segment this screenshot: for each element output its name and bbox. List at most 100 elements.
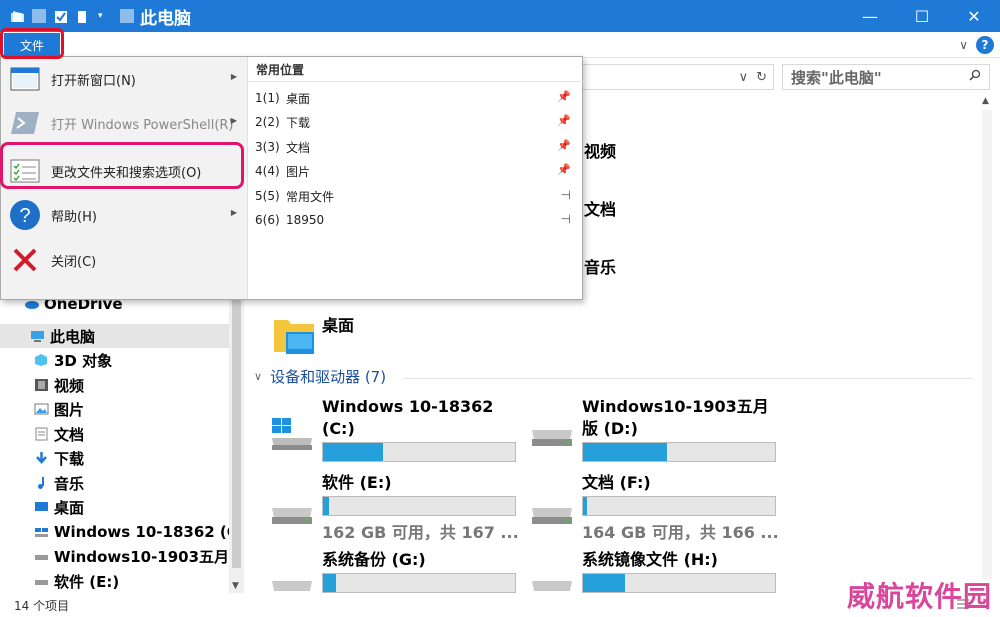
watermark: 威航软件园 <box>846 580 992 613</box>
devices-section-title: 设备和驱动器 (7) <box>270 368 387 386</box>
recent-index: 3(3) <box>255 140 280 154</box>
close-button[interactable]: ✕ <box>948 0 1000 32</box>
address-history-icon[interactable]: ∨ <box>739 70 749 85</box>
pinned-icon[interactable]: 📌 <box>557 114 571 127</box>
new-window-icon <box>9 63 41 95</box>
nav-item-label: 文档 <box>54 425 85 444</box>
recent-divider <box>249 81 583 82</box>
folder-desktop[interactable]: 桌面 <box>272 310 392 358</box>
content-scrollbar[interactable]: ▲ <box>974 96 1000 593</box>
menu-open-new-window[interactable]: 打开新窗口(N) ▶ <box>1 57 247 101</box>
nav-item-label: 此电脑 <box>50 327 96 346</box>
recent-item[interactable]: 6(6) 18950 ⊣ <box>255 208 577 232</box>
drive-usage-bar <box>582 496 776 516</box>
nav-item-documents[interactable]: 文档 <box>0 422 229 446</box>
nav-item-label: 下载 <box>54 449 85 468</box>
this-pc-icon <box>30 329 45 343</box>
drive-letter: (C:) <box>322 419 355 438</box>
nav-item-music[interactable]: 音乐 <box>0 471 229 495</box>
menu-item-label: 帮助(H) <box>51 209 97 225</box>
drive-icon <box>34 574 49 588</box>
pinned-icon[interactable]: 📌 <box>557 163 571 176</box>
item-count: 14 个项目 <box>14 598 70 613</box>
menu-open-powershell[interactable]: 打开 Windows PowerShell(R) ▶ <box>1 101 247 145</box>
folder-options-highlight <box>0 142 244 189</box>
help-icon[interactable]: ? <box>976 36 994 54</box>
recent-item[interactable]: 2(2) 下载 📌 <box>255 110 577 134</box>
submenu-arrow-icon: ▶ <box>230 116 237 125</box>
drive-icon <box>34 549 49 563</box>
nav-item-videos[interactable]: 视频 <box>0 373 229 397</box>
drive-usage-bar <box>322 496 516 516</box>
drive-icon <box>530 426 572 448</box>
folder-music[interactable]: 音乐 <box>584 254 616 278</box>
minimize-button[interactable]: — <box>844 0 896 32</box>
refresh-icon[interactable]: ↻ <box>756 70 767 85</box>
drive-name: Windows 10-18362 <box>322 397 494 416</box>
nav-item-desktop[interactable]: 桌面 <box>0 495 229 519</box>
search-icon <box>969 69 981 85</box>
nav-item-pictures[interactable]: 图片 <box>0 397 229 421</box>
nav-item-downloads[interactable]: 下载 <box>0 446 229 470</box>
svg-text:?: ? <box>19 205 30 227</box>
pictures-icon <box>34 402 49 416</box>
drive-name: Windows10-1903五月 <box>582 397 769 416</box>
properties-icon[interactable] <box>54 9 68 23</box>
recent-item[interactable]: 3(3) 文档 📌 <box>255 135 577 159</box>
ribbon-collapse-icon[interactable]: ∨ <box>959 38 968 52</box>
customize-toolbar-icon[interactable]: ▾ <box>98 9 112 23</box>
maximize-button[interactable]: ☐ <box>896 0 948 32</box>
drive-name: 系统镜像文件 (H:) <box>582 550 718 569</box>
unpinned-icon[interactable]: ⊣ <box>561 212 571 226</box>
recent-index: 4(4) <box>255 164 280 178</box>
new-folder-icon[interactable] <box>76 9 90 23</box>
drive-free-space: 164 GB 可用，共 166 ... <box>582 523 779 542</box>
nav-item-3d-objects[interactable]: 3D 对象 <box>0 348 229 372</box>
nav-item-label: Windows 10-18362 (C <box>54 523 229 541</box>
toolbar-separator <box>32 9 46 23</box>
recent-name: 18950 <box>286 213 325 227</box>
recent-index: 1(1) <box>255 91 280 105</box>
drive-usage-fill <box>323 443 383 461</box>
nav-item-drive-e[interactable]: 软件 (E:) <box>0 569 229 593</box>
nav-item-label: 3D 对象 <box>54 351 113 370</box>
search-input[interactable]: 搜索"此电脑" <box>782 64 990 90</box>
drive-usage-fill <box>323 574 336 592</box>
scroll-down-icon[interactable]: ▼ <box>232 581 239 591</box>
drive-name: 系统备份 (G:) <box>322 550 426 569</box>
menu-close[interactable]: 关闭(C) <box>1 238 247 282</box>
devices-section-header[interactable]: ∨ 设备和驱动器 (7) <box>254 366 386 387</box>
scroll-up-icon[interactable]: ▲ <box>982 96 989 106</box>
unpinned-icon[interactable]: ⊣ <box>561 188 571 202</box>
menu-help[interactable]: ? 帮助(H) ▶ <box>1 193 247 237</box>
content-scroll-track[interactable] <box>982 110 992 580</box>
folder-documents[interactable]: 文档 <box>584 196 616 220</box>
drive-usage-fill <box>583 443 667 461</box>
recent-index: 6(6) <box>255 213 280 227</box>
drive-usage-fill <box>323 497 329 515</box>
recent-item[interactable]: 4(4) 图片 📌 <box>255 159 577 183</box>
desktop-icon <box>34 500 49 514</box>
toolbar-separator <box>120 9 134 23</box>
recent-index: 5(5) <box>255 189 280 203</box>
menu-item-label: 打开 Windows PowerShell(R) <box>51 117 234 133</box>
nav-item-label: 图片 <box>54 400 85 419</box>
pinned-icon[interactable]: 📌 <box>557 139 571 152</box>
recent-name: 下载 <box>286 115 311 130</box>
address-bar[interactable]: ∨ ↻ <box>582 64 774 90</box>
folder-videos[interactable]: 视频 <box>584 138 616 162</box>
music-icon <box>34 476 49 490</box>
drive-usage-bar <box>322 573 516 593</box>
nav-item-drive-d[interactable]: Windows10-1903五月 <box>0 544 229 568</box>
nav-item-this-pc[interactable]: 此电脑 <box>0 324 229 348</box>
recent-item[interactable]: 1(1) 桌面 📌 <box>255 86 577 110</box>
drive-usage-bar <box>582 442 776 462</box>
pinned-icon[interactable]: 📌 <box>557 90 571 103</box>
menu-item-label: 打开新窗口(N) <box>51 73 136 89</box>
recent-name: 文档 <box>286 140 311 155</box>
nav-item-drive-c[interactable]: Windows 10-18362 (C <box>0 520 229 544</box>
nav-item-label: 音乐 <box>54 474 85 493</box>
drive-icon <box>270 504 312 526</box>
nav-item-label: 视频 <box>54 376 85 395</box>
recent-item[interactable]: 5(5) 常用文件 ⊣ <box>255 184 577 208</box>
